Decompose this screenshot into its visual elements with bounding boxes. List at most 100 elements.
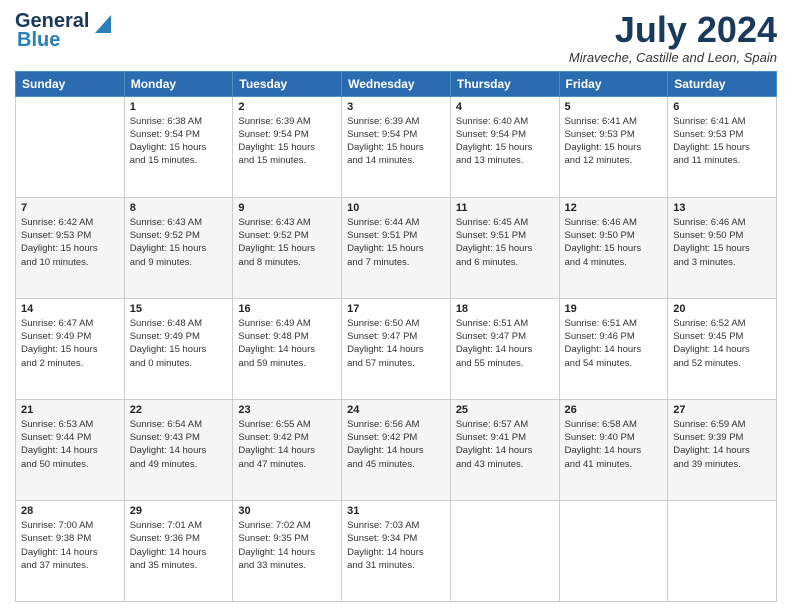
day-number: 14 [21,303,119,315]
cell-info: Sunrise: 6:54 AM Sunset: 9:43 PM Dayligh… [130,418,228,471]
cell-info: Sunrise: 6:56 AM Sunset: 9:42 PM Dayligh… [347,418,445,471]
cell-info: Sunrise: 6:57 AM Sunset: 9:41 PM Dayligh… [456,418,554,471]
day-number: 7 [21,202,119,214]
calendar-cell: 25Sunrise: 6:57 AM Sunset: 9:41 PM Dayli… [450,399,559,500]
calendar-cell: 23 Sunrise: 6:55 AM Sunset: 9:42 PM Dayli… [233,399,342,500]
cell-info: Sunrise: 6:42 AM Sunset: 9:53 PM Dayligh… [21,216,119,269]
day-number: 23 [238,404,336,416]
calendar-cell: 15 Sunrise: 6:48 AM Sunset: 9:49 PM Dayli… [124,298,233,399]
cell-info: Sunrise: 6:51 AM Sunset: 9:46 PM Dayligh… [565,317,663,370]
day-number: 21 [21,404,119,416]
cell-info: Sunrise: 6:43 AM Sunset: 9:52 PM Dayligh… [130,216,228,269]
day-number: 26 [565,404,663,416]
cell-info: Sunrise: 6:38 AM Sunset: 9:54 PM Dayligh… [130,115,228,168]
day-number: 17 [347,303,445,315]
day-number: 19 [565,303,663,315]
day-number: 30 [238,505,336,517]
day-number: 27 [673,404,771,416]
calendar-cell: 9 Sunrise: 6:43 AM Sunset: 9:52 PM Daylig… [233,197,342,298]
calendar-cell: 21 Sunrise: 6:53 AM Sunset: 9:44 PM Dayli… [16,399,125,500]
day-header-friday: Friday [559,71,668,96]
cell-info: Sunrise: 6:41 AM Sunset: 9:53 PM Dayligh… [673,115,771,168]
cell-info: Sunrise: 6:52 AM Sunset: 9:45 PM Dayligh… [673,317,771,370]
cell-info: Sunrise: 6:59 AM Sunset: 9:39 PM Dayligh… [673,418,771,471]
day-number: 1 [130,101,228,113]
logo-blue: Blue [17,29,60,52]
cell-info: Sunrise: 6:41 AM Sunset: 9:53 PM Dayligh… [565,115,663,168]
day-number: 20 [673,303,771,315]
calendar-cell: 17 Sunrise: 6:50 AM Sunset: 9:47 PM Dayli… [342,298,451,399]
calendar-cell: 2Sunrise: 6:39 AM Sunset: 9:54 PM Daylig… [233,96,342,197]
day-number: 9 [238,202,336,214]
cell-info: Sunrise: 6:43 AM Sunset: 9:52 PM Dayligh… [238,216,336,269]
day-number: 15 [130,303,228,315]
calendar-cell [16,96,125,197]
cell-info: Sunrise: 6:45 AM Sunset: 9:51 PM Dayligh… [456,216,554,269]
calendar-cell: 28 Sunrise: 7:00 AM Sunset: 9:38 PM Dayli… [16,500,125,601]
day-header-monday: Monday [124,71,233,96]
calendar-week-row: 14 Sunrise: 6:47 AM Sunset: 9:49 PM Dayli… [16,298,777,399]
day-number: 18 [456,303,554,315]
cell-info: Sunrise: 6:53 AM Sunset: 9:44 PM Dayligh… [21,418,119,471]
calendar-cell: 10Sunrise: 6:44 AM Sunset: 9:51 PM Dayli… [342,197,451,298]
calendar-cell: 19 Sunrise: 6:51 AM Sunset: 9:46 PM Dayli… [559,298,668,399]
day-number: 11 [456,202,554,214]
cell-info: Sunrise: 7:00 AM Sunset: 9:38 PM Dayligh… [21,519,119,572]
day-number: 31 [347,505,445,517]
cell-info: Sunrise: 6:40 AM Sunset: 9:54 PM Dayligh… [456,115,554,168]
calendar-week-row: 7 Sunrise: 6:42 AM Sunset: 9:53 PM Daylig… [16,197,777,298]
calendar-cell: 5Sunrise: 6:41 AM Sunset: 9:53 PM Daylig… [559,96,668,197]
cell-info: Sunrise: 7:02 AM Sunset: 9:35 PM Dayligh… [238,519,336,572]
cell-info: Sunrise: 6:58 AM Sunset: 9:40 PM Dayligh… [565,418,663,471]
day-number: 4 [456,101,554,113]
day-header-thursday: Thursday [450,71,559,96]
cell-info: Sunrise: 6:51 AM Sunset: 9:47 PM Dayligh… [456,317,554,370]
day-number: 10 [347,202,445,214]
calendar-table: SundayMondayTuesdayWednesdayThursdayFrid… [15,71,777,602]
calendar-cell [559,500,668,601]
calendar-cell [668,500,777,601]
location: Miraveche, Castille and Leon, Spain [569,50,777,65]
cell-info: Sunrise: 6:55 AM Sunset: 9:42 PM Dayligh… [238,418,336,471]
calendar-cell: 1 Sunrise: 6:38 AM Sunset: 9:54 PM Daylig… [124,96,233,197]
day-number: 22 [130,404,228,416]
cell-info: Sunrise: 6:46 AM Sunset: 9:50 PM Dayligh… [673,216,771,269]
day-number: 13 [673,202,771,214]
calendar-cell: 14 Sunrise: 6:47 AM Sunset: 9:49 PM Dayli… [16,298,125,399]
calendar-cell: 29Sunrise: 7:01 AM Sunset: 9:36 PM Dayli… [124,500,233,601]
calendar-cell: 30 Sunrise: 7:02 AM Sunset: 9:35 PM Dayli… [233,500,342,601]
calendar-cell: 22 Sunrise: 6:54 AM Sunset: 9:43 PM Dayli… [124,399,233,500]
calendar-cell: 13 Sunrise: 6:46 AM Sunset: 9:50 PM Dayli… [668,197,777,298]
day-header-sunday: Sunday [16,71,125,96]
cell-info: Sunrise: 7:01 AM Sunset: 9:36 PM Dayligh… [130,519,228,572]
cell-info: Sunrise: 6:50 AM Sunset: 9:47 PM Dayligh… [347,317,445,370]
calendar-cell: 24 Sunrise: 6:56 AM Sunset: 9:42 PM Dayli… [342,399,451,500]
header: General Blue July 2024 Miraveche, Castil… [15,10,777,65]
day-number: 28 [21,505,119,517]
month-year: July 2024 [569,10,777,50]
cell-info: Sunrise: 6:39 AM Sunset: 9:54 PM Dayligh… [347,115,445,168]
day-header-tuesday: Tuesday [233,71,342,96]
logo: General Blue [15,10,111,52]
cell-info: Sunrise: 6:47 AM Sunset: 9:49 PM Dayligh… [21,317,119,370]
calendar-cell: 7 Sunrise: 6:42 AM Sunset: 9:53 PM Daylig… [16,197,125,298]
calendar-cell [450,500,559,601]
day-number: 24 [347,404,445,416]
day-number: 8 [130,202,228,214]
day-header-saturday: Saturday [668,71,777,96]
page: General Blue July 2024 Miraveche, Castil… [0,0,792,612]
calendar-cell: 11 Sunrise: 6:45 AM Sunset: 9:51 PM Dayli… [450,197,559,298]
logo-triangle-icon [91,11,111,33]
calendar-cell: 20 Sunrise: 6:52 AM Sunset: 9:45 PM Dayli… [668,298,777,399]
calendar-header-row: SundayMondayTuesdayWednesdayThursdayFrid… [16,71,777,96]
cell-info: Sunrise: 6:49 AM Sunset: 9:48 PM Dayligh… [238,317,336,370]
day-number: 16 [238,303,336,315]
calendar-cell: 12Sunrise: 6:46 AM Sunset: 9:50 PM Dayli… [559,197,668,298]
cell-info: Sunrise: 6:48 AM Sunset: 9:49 PM Dayligh… [130,317,228,370]
cell-info: Sunrise: 7:03 AM Sunset: 9:34 PM Dayligh… [347,519,445,572]
calendar-cell: 3 Sunrise: 6:39 AM Sunset: 9:54 PM Daylig… [342,96,451,197]
calendar-cell: 16 Sunrise: 6:49 AM Sunset: 9:48 PM Dayli… [233,298,342,399]
day-number: 3 [347,101,445,113]
calendar-cell: 4 Sunrise: 6:40 AM Sunset: 9:54 PM Daylig… [450,96,559,197]
day-number: 2 [238,101,336,113]
